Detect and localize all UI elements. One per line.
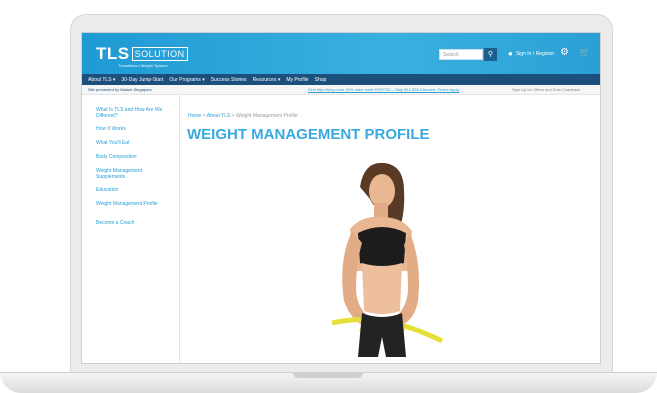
nav-item-resources[interactable]: Resources ▾ bbox=[253, 77, 281, 83]
signin-link[interactable]: ● Sign In / Register bbox=[508, 49, 554, 58]
main-nav: About TLS ▾ 30-Day Jump-Start Our Progra… bbox=[82, 74, 600, 85]
nav-item-success[interactable]: Success Stories bbox=[211, 77, 247, 83]
sidebar-item-how-it-works[interactable]: How It Works bbox=[96, 126, 164, 132]
sidebar-item-body-composition[interactable]: Body Composition bbox=[96, 154, 164, 160]
cart-icon[interactable]: 🛒 bbox=[579, 47, 590, 58]
nav-item-programs[interactable]: Our Programs ▾ bbox=[169, 77, 204, 83]
search-icon[interactable]: ⚲ bbox=[484, 48, 497, 61]
breadcrumb-about[interactable]: About TLS bbox=[207, 113, 231, 119]
site-header: TLS SOLUTION Transitions Lifestyle Syste… bbox=[82, 33, 600, 74]
sidebar-item-wm-profile[interactable]: Weight Management Profile bbox=[96, 201, 164, 207]
sidebar-item-education[interactable]: Education bbox=[96, 187, 164, 193]
nav-item-shop[interactable]: Shop bbox=[315, 77, 327, 83]
breadcrumb: Home > About TLS > Weight Management Pro… bbox=[188, 113, 298, 119]
nav-item-jumpstart[interactable]: 30-Day Jump-Start bbox=[121, 77, 163, 83]
search-input[interactable]: Search bbox=[439, 49, 483, 60]
sidebar-item-become-coach[interactable]: Become a Coach bbox=[96, 220, 164, 226]
woman-measuring-waist-image bbox=[331, 162, 444, 357]
page-title: WEIGHT MANAGEMENT PROFILE bbox=[187, 126, 430, 143]
gear-icon[interactable]: ⚙ bbox=[560, 47, 569, 58]
sidebar-item-what-youll-eat[interactable]: What You'll Eat bbox=[96, 140, 164, 146]
nav-item-about[interactable]: About TLS ▾ bbox=[88, 77, 115, 83]
promo-link[interactable]: Find http://shop.com 30% order code FIRS… bbox=[308, 87, 459, 92]
sidebar-item-supplements[interactable]: Weight Management Supplements bbox=[96, 168, 164, 180]
breadcrumb-current: Weight Management Profile bbox=[236, 113, 298, 119]
presenter-text: Site presented by Market Singapore bbox=[88, 87, 152, 92]
browser-screen: TLS SOLUTION Transitions Lifestyle Syste… bbox=[81, 32, 601, 364]
offers-link[interactable]: Sign Up for Offers and Earn Cashback bbox=[512, 87, 580, 92]
sidebar: What Is TLS and How Are We Different? Ho… bbox=[82, 94, 180, 363]
breadcrumb-home[interactable]: Home bbox=[188, 113, 201, 119]
nav-item-profile[interactable]: My Profile bbox=[286, 77, 308, 83]
laptop-notch bbox=[293, 373, 363, 378]
sidebar-item-what-is-tls[interactable]: What Is TLS and How Are We Different? bbox=[96, 107, 164, 119]
user-icon: ● bbox=[508, 49, 513, 58]
site-logo[interactable]: TLS SOLUTION Transitions Lifestyle Syste… bbox=[96, 41, 188, 68]
